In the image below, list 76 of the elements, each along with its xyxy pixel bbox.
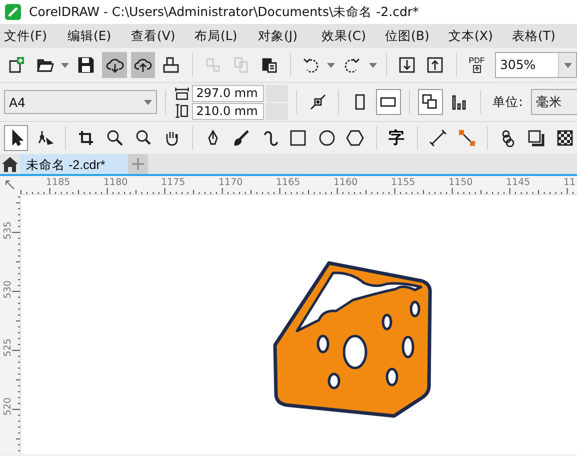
home-icon[interactable] (2, 156, 18, 172)
ruler-origin-icon[interactable] (5, 180, 15, 190)
paper-size-dropdown[interactable]: A4 (4, 90, 158, 114)
app-logo-icon (5, 4, 21, 20)
document-tab[interactable]: 未命名 -2.cdr* (20, 154, 128, 174)
export-arrow-icon (472, 65, 481, 73)
hexagon-icon (346, 129, 364, 147)
circle-icon (318, 129, 336, 147)
caret-icon (144, 100, 152, 104)
pick-tool-button[interactable] (4, 125, 28, 151)
ruler-number: 1165 (276, 177, 300, 188)
ruler-number: 1160 (334, 177, 358, 188)
redo-icon (343, 56, 362, 74)
menu-item[interactable]: 对象(J) (258, 28, 322, 44)
magnifier-icon (106, 129, 124, 147)
ruler-number: 520 (2, 396, 14, 416)
import-icon (398, 56, 416, 74)
page-height-icon (174, 103, 190, 119)
cloud-download-icon (106, 56, 124, 74)
diagonal-line-icon (429, 129, 448, 147)
export-icon (426, 56, 444, 74)
overlapping-pages-icon (421, 93, 440, 111)
menu-item[interactable]: 文件(F) (4, 28, 68, 44)
ruler-number: 1150 (448, 177, 473, 188)
menu-item[interactable]: 效果(C) (322, 28, 385, 44)
landscape-button[interactable] (376, 89, 401, 115)
all-pages-button[interactable] (418, 89, 443, 115)
ruler-number: 1180 (104, 177, 128, 188)
text-tool-button[interactable]: 字 (384, 125, 409, 151)
brush-icon (232, 129, 250, 147)
magnifier-icon (134, 129, 152, 147)
menu-item[interactable]: 布局(L) (194, 28, 258, 44)
cloud-upload-button[interactable] (130, 52, 156, 78)
cloud-download-button[interactable] (102, 52, 127, 78)
drop-shadow-icon (527, 129, 546, 147)
ruler-number: 525 (2, 338, 14, 358)
ruler-number: 1155 (391, 177, 416, 188)
menu-item[interactable]: 表格(T) (512, 28, 576, 44)
connector-icon (458, 129, 476, 147)
printer-icon (162, 56, 180, 74)
copy-icon (232, 56, 250, 74)
page-width-icon (174, 85, 190, 101)
square-icon (289, 129, 308, 147)
ruler-number: 530 (2, 279, 14, 299)
cut-icon (204, 56, 222, 74)
unit-label: 单位: (492, 94, 523, 110)
ruler-number: 1185 (46, 177, 70, 188)
menu-item[interactable]: 位图(B) (385, 28, 448, 44)
crop-icon (77, 129, 96, 147)
new-document-icon (7, 56, 26, 74)
menu-item[interactable]: 查看(V) (131, 28, 194, 44)
bars-icon (450, 93, 468, 111)
node-target-icon (308, 93, 327, 111)
page-width-field[interactable]: 297.0 mm (192, 84, 264, 102)
cloud-upload-icon (134, 56, 152, 74)
menu-item[interactable]: 文本(X) (448, 28, 512, 44)
unit-dropdown[interactable]: 毫米 (530, 89, 577, 115)
caret-icon[interactable] (368, 62, 377, 68)
dropdown-icon[interactable] (564, 62, 572, 68)
node-pointer-icon (36, 129, 54, 147)
save-icon (77, 56, 96, 74)
caret-icon[interactable] (60, 62, 69, 68)
caret-icon[interactable] (326, 62, 335, 68)
ruler-number: 1145 (506, 177, 530, 188)
window-title: CorelDRAW - C:\Users\Administrator\Documents\未命名 -2.cdr* (29, 4, 419, 20)
ruler-number: 1175 (161, 177, 186, 188)
checkerboard-icon (556, 129, 574, 147)
undo-icon (302, 56, 320, 74)
zoom-field[interactable]: 305% (494, 52, 577, 78)
ruler-number: 11 (564, 177, 576, 188)
paste-icon (260, 56, 278, 74)
ruler-number: 535 (2, 220, 14, 240)
pdf-button[interactable]: PDF (464, 52, 489, 78)
ruler-number: 1170 (218, 177, 243, 188)
page-height-field[interactable]: 210.0 mm (192, 102, 264, 120)
menu-item[interactable]: 编辑(E) (68, 28, 131, 44)
